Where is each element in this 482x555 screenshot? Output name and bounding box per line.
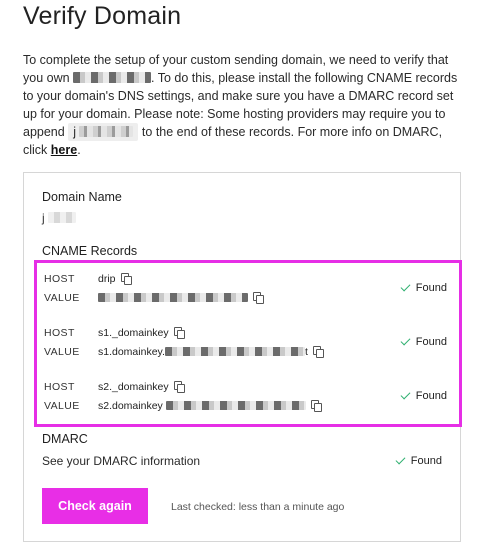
- redacted-domain: [73, 72, 152, 83]
- value-text: s2.domainkey: [98, 400, 163, 412]
- value-value: s2.domainkey: [98, 400, 306, 412]
- copy-icon[interactable]: [310, 400, 322, 412]
- check-again-button[interactable]: Check again: [42, 488, 148, 524]
- host-key: HOST: [44, 381, 75, 393]
- domain-chip: j: [68, 123, 139, 141]
- record-value-row: VALUE s2.domainkey: [44, 400, 322, 412]
- value-value: [98, 292, 248, 304]
- status-found: Found: [400, 335, 447, 348]
- checkmark-icon: [400, 335, 411, 346]
- value-tail: t: [304, 346, 308, 358]
- host-value: drip: [98, 273, 116, 285]
- redacted-value: [164, 347, 305, 356]
- value-text: s1.domainkey.: [98, 346, 165, 358]
- record-host-row: HOST drip: [44, 273, 132, 285]
- dmarc-label: DMARC: [42, 432, 88, 446]
- dmarc-info-link[interactable]: here: [51, 143, 77, 157]
- checkmark-icon: [395, 454, 406, 465]
- dmarc-info-text: See your DMARC information: [42, 454, 201, 468]
- record-value-row: VALUE s1.domainkey. t: [44, 346, 324, 358]
- host-value: s2._domainkey: [98, 381, 169, 393]
- copy-icon[interactable]: [173, 381, 185, 393]
- status-text: Found: [415, 390, 447, 402]
- cname-records-box: HOST drip VALUE Found HOST s1._domainkey V…: [34, 260, 462, 427]
- intro-text: To complete the setup of your custom sen…: [23, 51, 463, 159]
- domain-name-value: j: [42, 211, 77, 225]
- copy-icon[interactable]: [120, 273, 132, 285]
- copy-icon[interactable]: [312, 346, 324, 358]
- value-key: VALUE: [44, 346, 80, 358]
- redacted-chip: [79, 126, 134, 137]
- domain-chip-prefix: j: [73, 125, 76, 139]
- status-text: Found: [415, 282, 447, 294]
- status-text: Found: [415, 336, 447, 348]
- status-found: Found: [400, 389, 447, 402]
- last-checked-text: Last checked: less than a minute ago: [171, 501, 345, 513]
- cname-record: HOST s1._domainkey VALUE s1.domainkey. t Fo…: [37, 317, 459, 371]
- page-title: Verify Domain: [23, 2, 182, 30]
- checkmark-icon: [400, 281, 411, 292]
- value-key: VALUE: [44, 292, 80, 304]
- copy-icon[interactable]: [173, 327, 185, 339]
- domain-name-text: j: [42, 211, 45, 225]
- record-host-row: HOST s1._domainkey: [44, 327, 185, 339]
- intro-part-4: .: [77, 143, 81, 157]
- cname-records-label: CNAME Records: [42, 244, 138, 258]
- cname-record: HOST s2._domainkey VALUE s2.domainkey Foun…: [37, 371, 459, 425]
- redacted-value: [165, 401, 306, 410]
- host-key: HOST: [44, 327, 75, 339]
- redacted-value: [98, 293, 248, 302]
- cname-record: HOST drip VALUE Found: [37, 263, 459, 317]
- checkmark-icon: [400, 389, 411, 400]
- domain-name-label: Domain Name: [42, 190, 122, 204]
- domain-card: Domain Name j CNAME Records HOST drip VAL…: [23, 172, 462, 542]
- record-host-row: HOST s2._domainkey: [44, 381, 185, 393]
- record-value-row: VALUE: [44, 292, 264, 304]
- host-key: HOST: [44, 273, 75, 285]
- value-key: VALUE: [44, 400, 80, 412]
- dmarc-status-found: Found: [395, 454, 442, 467]
- status-found: Found: [400, 281, 447, 294]
- value-value: s1.domainkey. t: [98, 346, 308, 358]
- copy-icon[interactable]: [253, 292, 264, 304]
- redacted-domain-name: [48, 212, 77, 223]
- host-value: s1._domainkey: [98, 327, 169, 339]
- status-text: Found: [410, 455, 442, 467]
